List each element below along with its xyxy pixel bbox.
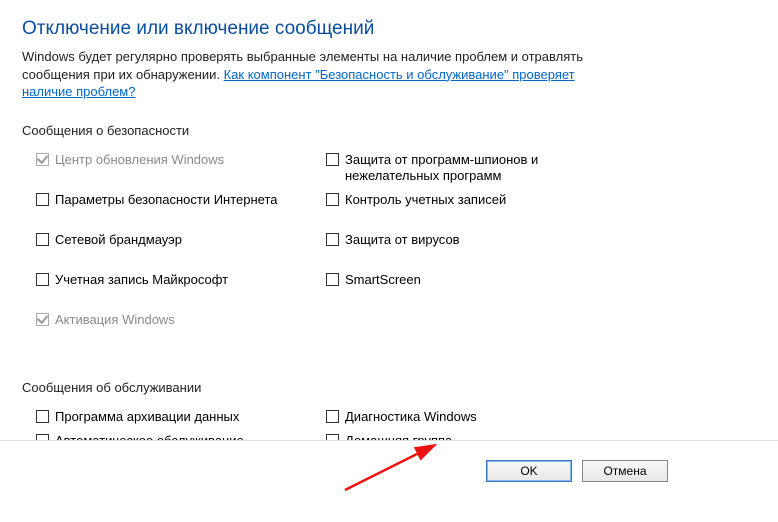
dialog-footer: OK Отмена — [0, 441, 778, 501]
checkbox-internet-security[interactable] — [36, 193, 49, 206]
checkbox-windows-update — [36, 153, 49, 166]
checkbox-virus-protection[interactable] — [326, 233, 339, 246]
option-smartscreen[interactable]: SmartScreen — [326, 272, 585, 312]
option-uac[interactable]: Контроль учетных записей — [326, 192, 585, 232]
checkbox-windows-diagnostics[interactable] — [326, 410, 339, 423]
option-virus-protection[interactable]: Защита от вирусов — [326, 232, 585, 272]
label-backup: Программа архивации данных — [55, 409, 239, 425]
option-network-firewall[interactable]: Сетевой брандмауэр — [36, 232, 326, 272]
ok-button[interactable]: OK — [486, 460, 572, 482]
checkbox-uac[interactable] — [326, 193, 339, 206]
label-smartscreen: SmartScreen — [345, 272, 421, 288]
option-spyware-protection[interactable]: Защита от программ-шпионов и нежелательн… — [326, 152, 585, 192]
annotation-arrow-icon — [340, 435, 460, 495]
security-col-left: Центр обновления Windows Параметры безоп… — [22, 152, 326, 352]
checkbox-homegroup[interactable] — [326, 434, 339, 440]
maintenance-col-left: Программа архивации данных Автоматическо… — [22, 409, 326, 440]
option-auto-maintenance[interactable]: Автоматическое обслуживание — [36, 433, 326, 440]
label-uac: Контроль учетных записей — [345, 192, 506, 208]
checkbox-windows-activation — [36, 313, 49, 326]
page-title: Отключение или включение сообщений — [22, 18, 756, 40]
label-internet-security: Параметры безопасности Интернета — [55, 192, 278, 208]
label-windows-update: Центр обновления Windows — [55, 152, 224, 168]
option-homegroup[interactable]: Домашняя группа — [326, 433, 477, 440]
settings-panel: Отключение или включение сообщений Windo… — [0, 0, 778, 440]
label-virus-protection: Защита от вирусов — [345, 232, 460, 248]
checkbox-spyware-protection[interactable] — [326, 153, 339, 166]
page-description: Windows будет регулярно проверять выбран… — [22, 48, 612, 101]
section-security-header: Сообщения о безопасности — [22, 123, 756, 138]
checkbox-microsoft-account[interactable] — [36, 273, 49, 286]
security-options: Центр обновления Windows Параметры безоп… — [22, 152, 756, 352]
option-internet-security[interactable]: Параметры безопасности Интернета — [36, 192, 326, 232]
checkbox-smartscreen[interactable] — [326, 273, 339, 286]
maintenance-options: Программа архивации данных Автоматическо… — [22, 409, 756, 440]
label-network-firewall: Сетевой брандмауэр — [55, 232, 182, 248]
option-microsoft-account[interactable]: Учетная запись Майкрософт — [36, 272, 326, 312]
checkbox-auto-maintenance[interactable] — [36, 434, 49, 440]
security-col-right: Защита от программ-шпионов и нежелательн… — [326, 152, 585, 352]
label-windows-activation: Активация Windows — [55, 312, 175, 328]
maintenance-col-right: Диагностика Windows Домашняя группа — [326, 409, 477, 440]
option-windows-diagnostics[interactable]: Диагностика Windows — [326, 409, 477, 433]
checkbox-network-firewall[interactable] — [36, 233, 49, 246]
label-auto-maintenance: Автоматическое обслуживание — [55, 433, 244, 440]
option-windows-update: Центр обновления Windows — [36, 152, 326, 192]
cancel-button[interactable]: Отмена — [582, 460, 668, 482]
label-windows-diagnostics: Диагностика Windows — [345, 409, 477, 425]
option-backup[interactable]: Программа архивации данных — [36, 409, 326, 433]
option-windows-activation: Активация Windows — [36, 312, 326, 352]
label-spyware-protection: Защита от программ-шпионов и нежелательн… — [345, 152, 585, 185]
label-microsoft-account: Учетная запись Майкрософт — [55, 272, 228, 288]
section-maintenance-header: Сообщения об обслуживании — [22, 380, 756, 395]
checkbox-backup[interactable] — [36, 410, 49, 423]
label-homegroup: Домашняя группа — [345, 433, 452, 440]
